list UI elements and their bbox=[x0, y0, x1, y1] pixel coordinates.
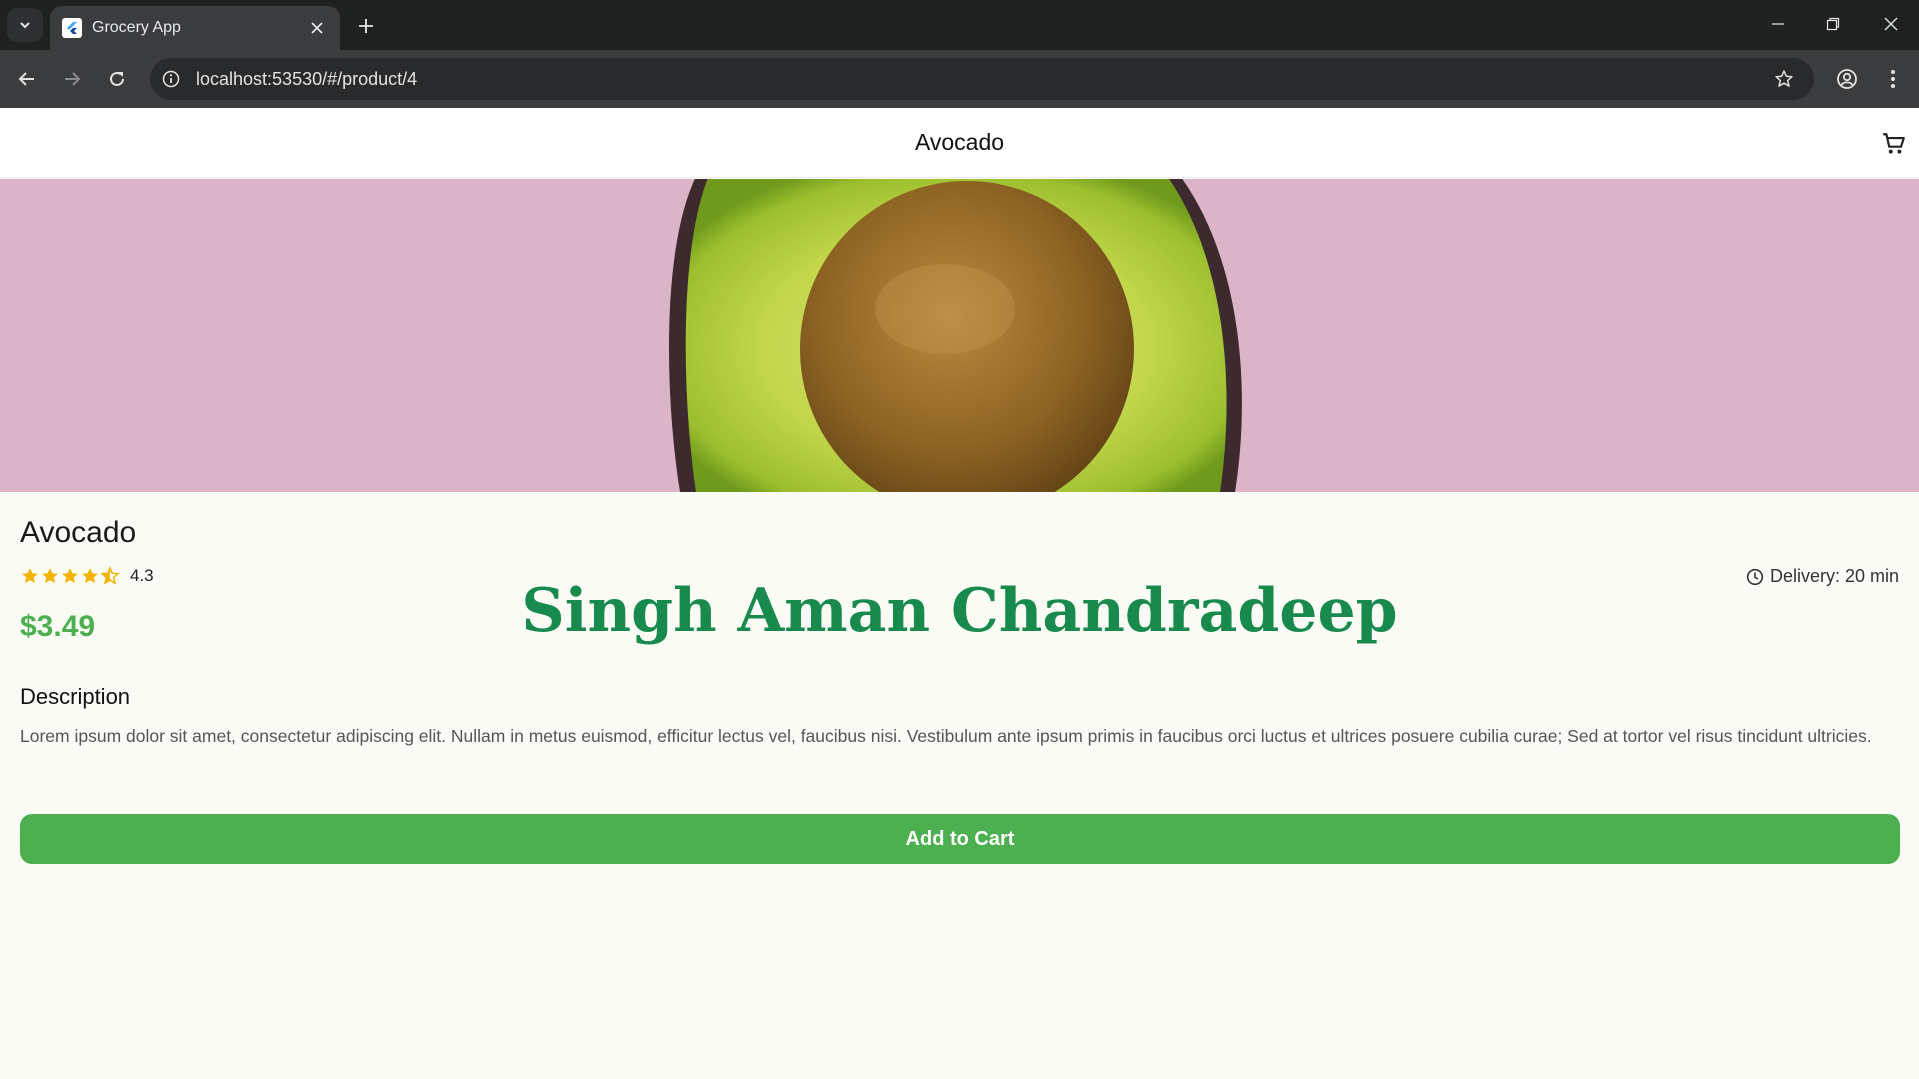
close-icon[interactable] bbox=[306, 17, 328, 39]
cart-icon[interactable] bbox=[1878, 128, 1910, 160]
close-window-icon[interactable] bbox=[1868, 6, 1914, 42]
menu-icon[interactable] bbox=[1876, 62, 1910, 96]
browser-tabstrip: Grocery App bbox=[0, 0, 1919, 50]
reload-icon[interactable] bbox=[100, 62, 134, 96]
browser-toolbar: localhost:53530/#/product/4 bbox=[0, 50, 1919, 108]
chevron-down-icon bbox=[20, 22, 30, 29]
app-bar: Avocado bbox=[0, 108, 1919, 178]
flutter-icon bbox=[62, 18, 82, 38]
restore-icon[interactable] bbox=[1810, 6, 1856, 42]
add-to-cart-button[interactable]: Add to Cart bbox=[20, 814, 1900, 864]
address-bar[interactable]: localhost:53530/#/product/4 bbox=[150, 58, 1814, 100]
avocado-illustration bbox=[668, 179, 1242, 492]
forward-icon[interactable] bbox=[55, 62, 89, 96]
product-name: Avocado bbox=[20, 516, 137, 549]
tab-title: Grocery App bbox=[92, 19, 181, 36]
info-icon[interactable] bbox=[150, 58, 192, 100]
description-text: Lorem ipsum dolor sit amet, consectetur … bbox=[20, 726, 1872, 746]
back-icon[interactable] bbox=[10, 62, 44, 96]
browser-tab[interactable]: Grocery App bbox=[50, 6, 340, 50]
product-details: Avocado 4.3 Delivery: 20 min $3.49 Singh… bbox=[0, 492, 1919, 1079]
tab-search-button[interactable] bbox=[7, 8, 43, 42]
description-heading: Description bbox=[20, 684, 131, 709]
minimize-icon[interactable] bbox=[1755, 6, 1801, 42]
profile-icon[interactable] bbox=[1830, 62, 1864, 96]
page-title: Avocado bbox=[914, 129, 1005, 155]
star-icon[interactable] bbox=[1764, 59, 1804, 99]
product-image bbox=[0, 179, 1919, 492]
plus-icon[interactable] bbox=[352, 12, 380, 40]
url-text[interactable]: localhost:53530/#/product/4 bbox=[196, 69, 1764, 90]
watermark-text: Singh Aman Chandradeep bbox=[521, 576, 1398, 646]
